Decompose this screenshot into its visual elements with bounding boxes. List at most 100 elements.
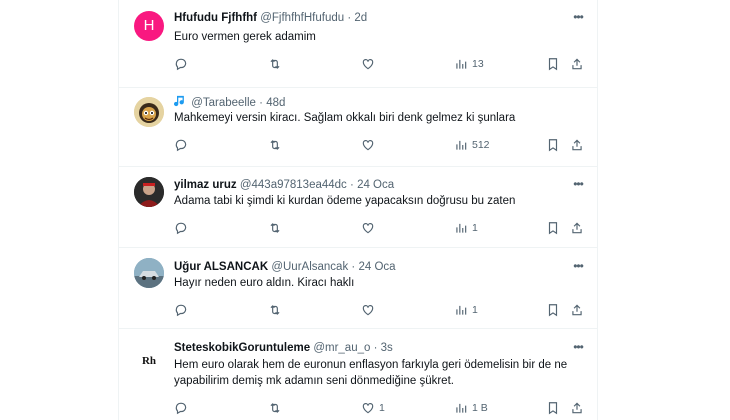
- bookmark-button[interactable]: [546, 400, 560, 416]
- reply-button[interactable]: [174, 56, 188, 72]
- reply-icon: [175, 304, 187, 317]
- author-name[interactable]: Uğur ALSANCAK: [174, 261, 268, 273]
- author-handle[interactable]: @mr_au_o: [313, 342, 370, 354]
- tweet[interactable]: @Tarabeelle · 48d Mahkemeyi versin kirac…: [119, 87, 597, 167]
- car-photo-avatar-icon: [134, 258, 164, 288]
- cartoon-avatar-icon: [134, 97, 164, 127]
- views-count: 1 B: [472, 402, 488, 414]
- timestamp[interactable]: 2d: [354, 12, 367, 24]
- bookmark-icon: [548, 222, 558, 235]
- views-button[interactable]: 1: [454, 220, 478, 236]
- author-handle[interactable]: @FjfhfhfHfufudu: [260, 12, 344, 24]
- tweet-header: Uğur ALSANCAK @UurAlsancak · 24 Oca: [174, 259, 557, 275]
- tweet-text: Euro vermen gerek adamim: [174, 31, 316, 43]
- views-button[interactable]: 1 B: [454, 400, 488, 416]
- repost-button[interactable]: [268, 56, 282, 72]
- heart-icon: [362, 59, 374, 70]
- photo-avatar-icon: [134, 177, 164, 207]
- more-options-icon[interactable]: •••: [571, 260, 585, 277]
- avatar[interactable]: Rh: [134, 346, 164, 376]
- tweet[interactable]: yilmaz uruz @443a97813ea44dc · 24 Oca ••…: [119, 166, 597, 248]
- views-count: 13: [472, 58, 484, 70]
- repost-button[interactable]: [268, 137, 282, 153]
- reply-button[interactable]: [174, 220, 188, 236]
- like-button[interactable]: 1: [361, 400, 385, 416]
- views-button[interactable]: 13: [454, 56, 484, 72]
- author-name[interactable]: SteteskobikGoruntuleme: [174, 342, 310, 354]
- share-icon: [572, 139, 582, 151]
- reply-button[interactable]: [174, 400, 188, 416]
- tweet-header: @Tarabeelle · 48d: [174, 94, 557, 110]
- action-bar: 1: [174, 220, 584, 236]
- tweet[interactable]: Rh SteteskobikGoruntuleme @mr_au_o · 3s …: [119, 328, 597, 420]
- bookmark-button[interactable]: [546, 220, 560, 236]
- avatar[interactable]: [134, 177, 164, 207]
- reply-icon: [175, 58, 187, 71]
- views-count: 512: [472, 139, 490, 151]
- share-icon: [572, 402, 582, 414]
- share-icon: [572, 304, 582, 316]
- more-options-icon[interactable]: •••: [571, 11, 585, 28]
- tweet-header: Hfufudu Fjfhfhf @FjfhfhfHfufudu · 2d: [174, 10, 557, 26]
- separator-dot: ·: [351, 261, 356, 273]
- action-bar: 512: [174, 137, 584, 153]
- timestamp[interactable]: 48d: [266, 97, 285, 109]
- author-handle[interactable]: @443a97813ea44dc: [240, 179, 347, 191]
- like-button[interactable]: [361, 220, 375, 236]
- views-icon: [456, 305, 467, 315]
- bookmark-button[interactable]: [546, 137, 560, 153]
- heart-icon: [362, 223, 374, 234]
- avatar[interactable]: [134, 258, 164, 288]
- reply-button[interactable]: [174, 137, 188, 153]
- share-button[interactable]: [570, 302, 584, 318]
- repost-icon: [270, 223, 280, 233]
- bookmark-icon: [548, 139, 558, 152]
- like-button[interactable]: [361, 302, 375, 318]
- views-count: 1: [472, 304, 478, 316]
- heart-icon: [362, 305, 374, 316]
- author-name[interactable]: Hfufudu Fjfhfhf: [174, 12, 257, 24]
- timestamp[interactable]: 24 Oca: [357, 179, 394, 191]
- tweet[interactable]: Uğur ALSANCAK @UurAlsancak · 24 Oca ••• …: [119, 247, 597, 329]
- more-options-icon[interactable]: •••: [571, 178, 585, 195]
- bookmark-button[interactable]: [546, 56, 560, 72]
- tweet[interactable]: H Hfufudu Fjfhfhf @FjfhfhfHfufudu · 2d •…: [119, 0, 597, 88]
- repost-button[interactable]: [268, 400, 282, 416]
- repost-button[interactable]: [268, 302, 282, 318]
- share-button[interactable]: [570, 56, 584, 72]
- like-button[interactable]: [361, 137, 375, 153]
- repost-button[interactable]: [268, 220, 282, 236]
- music-note-icon: [174, 94, 186, 108]
- reply-icon: [175, 139, 187, 152]
- share-icon: [572, 222, 582, 234]
- avatar[interactable]: [134, 97, 164, 127]
- share-button[interactable]: [570, 400, 584, 416]
- avatar[interactable]: H: [134, 11, 164, 41]
- reply-button[interactable]: [174, 302, 188, 318]
- more-options-icon[interactable]: •••: [571, 341, 585, 358]
- bookmark-button[interactable]: [546, 302, 560, 318]
- action-bar: 1 1 B: [174, 400, 584, 416]
- separator-dot: ·: [350, 179, 354, 191]
- share-button[interactable]: [570, 220, 584, 236]
- views-icon: [456, 140, 467, 150]
- views-button[interactable]: 512: [454, 137, 490, 153]
- views-icon: [456, 403, 467, 413]
- repost-icon: [270, 403, 280, 413]
- timestamp[interactable]: 3s: [381, 342, 393, 354]
- reply-icon: [175, 402, 187, 415]
- author-handle[interactable]: @UurAlsancak: [271, 261, 348, 273]
- author-name[interactable]: yilmaz uruz: [174, 179, 237, 191]
- tweet-header: yilmaz uruz @443a97813ea44dc · 24 Oca: [174, 177, 557, 193]
- author-handle[interactable]: @Tarabeelle: [191, 97, 256, 109]
- views-count: 1: [472, 222, 478, 234]
- reply-feed: H Hfufudu Fjfhfhf @FjfhfhfHfufudu · 2d •…: [118, 0, 598, 420]
- repost-icon: [270, 59, 280, 69]
- timestamp[interactable]: 24 Oca: [358, 261, 395, 273]
- like-button[interactable]: [361, 56, 375, 72]
- share-button[interactable]: [570, 137, 584, 153]
- repost-icon: [270, 140, 280, 150]
- views-button[interactable]: 1: [454, 302, 478, 318]
- heart-icon: [362, 403, 374, 414]
- likes-count: 1: [379, 402, 385, 414]
